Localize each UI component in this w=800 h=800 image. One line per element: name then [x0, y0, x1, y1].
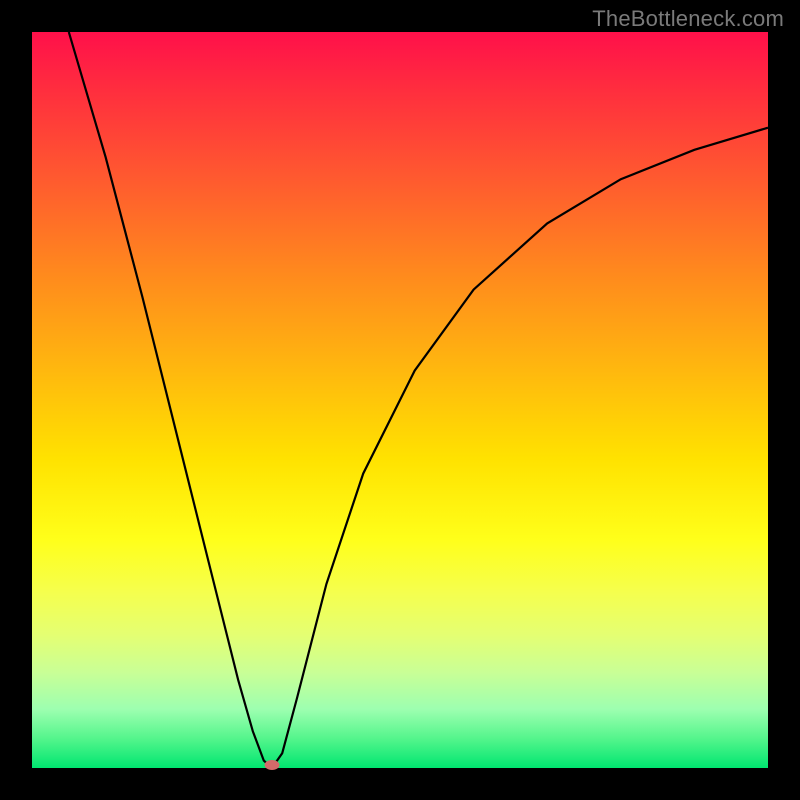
chart-container: TheBottleneck.com: [0, 0, 800, 800]
optimal-point-marker: [264, 760, 279, 770]
plot-area: [32, 32, 768, 768]
bottleneck-curve: [32, 32, 768, 768]
watermark-text: TheBottleneck.com: [592, 6, 784, 32]
